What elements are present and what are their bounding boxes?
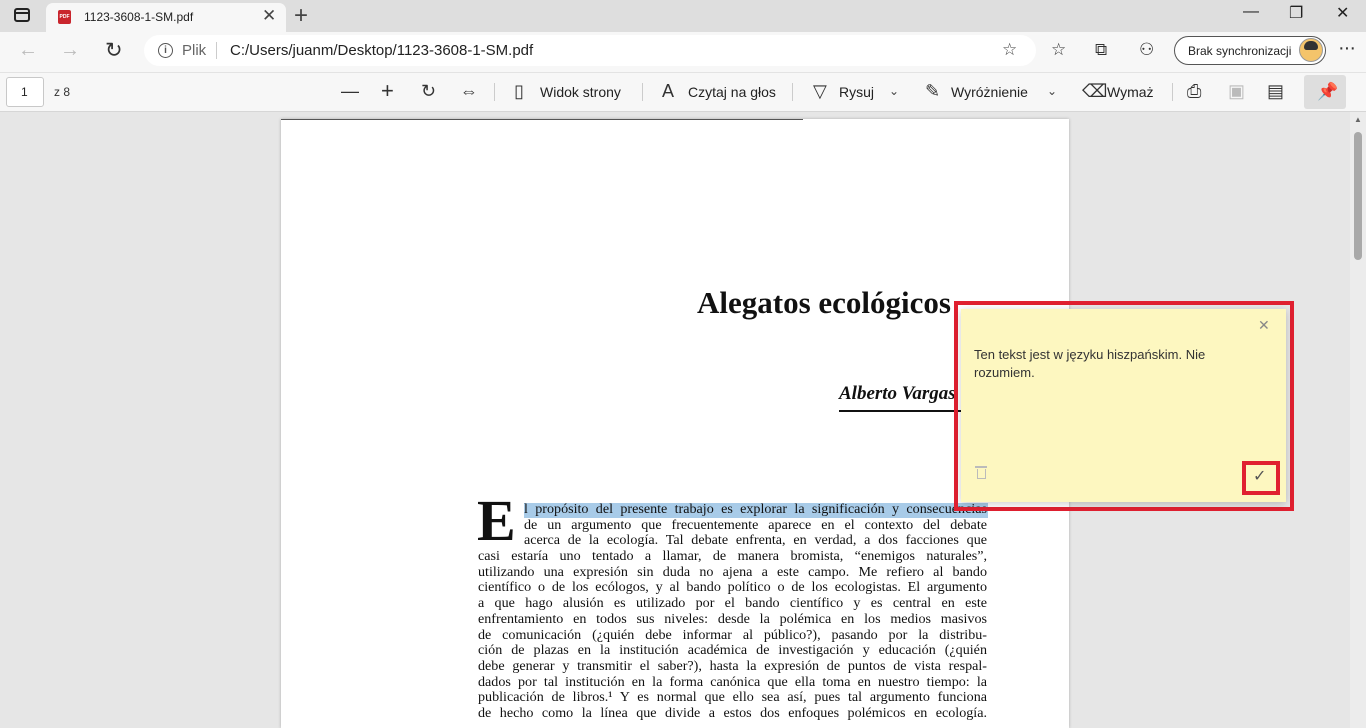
header-rule xyxy=(281,119,803,120)
pdf-toolbar: 1 z 8 — + ↻ ⇔ ▯ Widok strony A Czytaj na… xyxy=(0,72,1366,112)
highlight-icon[interactable]: ✎ xyxy=(925,81,940,102)
pin-toolbar-button[interactable]: 📌 xyxy=(1304,75,1346,109)
highlight-button[interactable]: Wyróżnienie xyxy=(951,84,1028,100)
rotate-icon[interactable]: ↻ xyxy=(421,81,436,102)
close-window-icon[interactable]: ✕ xyxy=(1336,3,1349,23)
draw-icon[interactable]: ▽ xyxy=(813,81,827,102)
draw-button[interactable]: Rysuj xyxy=(839,84,874,100)
address-divider xyxy=(216,42,217,59)
tab-close-icon[interactable]: ✕ xyxy=(262,6,276,26)
favorites-icon[interactable]: ☆ xyxy=(1051,40,1066,60)
sync-button[interactable]: Brak synchronizacji xyxy=(1174,36,1326,65)
paragraph-line: de hecho como la línea que divide a esto… xyxy=(478,705,987,721)
pdf-page: Alegatos ecológicos Alberto Vargas E l p… xyxy=(281,119,1069,728)
tab-actions-icon[interactable] xyxy=(14,8,30,22)
paragraph-line: publicación de libros.¹ Y es normal que … xyxy=(478,690,987,706)
body-paragraph: l propósito del presente trabajo es expl… xyxy=(478,502,987,722)
toolbar-divider xyxy=(792,83,793,101)
page-number-input[interactable]: 1 xyxy=(6,77,44,107)
author-underline xyxy=(839,410,969,412)
scroll-thumb[interactable] xyxy=(1354,132,1362,260)
read-aloud-icon[interactable]: A xyxy=(662,81,674,102)
erase-button[interactable]: Wymaż xyxy=(1107,84,1154,100)
paragraph-line: casi estaría uno tentado a llamar, de ma… xyxy=(478,549,987,565)
paragraph-line: de un argumento que frecuentemente apare… xyxy=(524,517,987,533)
vertical-scrollbar[interactable]: ▲ xyxy=(1350,112,1366,728)
address-bar[interactable]: i Plik C:/Users/juanm/Desktop/1123-3608-… xyxy=(144,35,1036,66)
document-title: Alegatos ecológicos xyxy=(697,285,951,320)
page-count: z 8 xyxy=(54,85,71,99)
profile-avatar xyxy=(1299,38,1323,62)
sticky-note[interactable]: ✕ Ten tekst jest w języku hiszpańskim. N… xyxy=(961,309,1286,502)
print-icon[interactable]: ⎙ xyxy=(1187,81,1201,102)
document-author: Alberto Vargas xyxy=(839,383,956,404)
url-text[interactable]: C:/Users/juanm/Desktop/1123-3608-1-SM.pd… xyxy=(230,42,533,59)
scroll-up-icon[interactable]: ▲ xyxy=(1354,115,1362,124)
highlight-dropdown-icon[interactable]: ⌄ xyxy=(1047,84,1057,98)
address-scheme-label: Plik xyxy=(182,42,207,59)
sync-label: Brak synchronizacji xyxy=(1188,44,1292,58)
eraser-icon[interactable]: ⌫ xyxy=(1082,81,1107,102)
address-toolbar: ← → ↻ i Plik C:/Users/juanm/Desktop/1123… xyxy=(0,32,1366,72)
page-view-icon[interactable]: ▯ xyxy=(514,81,524,102)
paragraph-line: ción de plazas en la institución académi… xyxy=(478,643,987,659)
trash-icon[interactable] xyxy=(975,466,987,479)
paragraph-line: de comunicación (¿quién debe informar al… xyxy=(478,627,987,643)
add-favorite-icon[interactable]: ☆ xyxy=(1002,40,1017,60)
draw-dropdown-icon[interactable]: ⌄ xyxy=(889,84,899,98)
info-icon[interactable]: i xyxy=(158,43,173,58)
pdf-file-icon: PDF xyxy=(58,10,71,24)
minimize-icon[interactable]: — xyxy=(1243,3,1259,21)
paragraph-line: científico o de los ecólogos, y al bando… xyxy=(478,580,987,596)
pin-icon: 📌 xyxy=(1317,82,1339,101)
note-text[interactable]: Ten tekst jest w języku hiszpańskim. Nie… xyxy=(974,346,1244,382)
save-icon: ▣ xyxy=(1228,81,1246,101)
collections-icon[interactable]: ⧉ xyxy=(1095,40,1107,60)
paragraph-line: utilizando una expresión sin duda no aje… xyxy=(478,564,987,580)
paragraph-line: a que hago alusión es utilizado por el b… xyxy=(478,596,987,612)
new-tab-icon[interactable]: + xyxy=(294,2,308,30)
save-as-icon[interactable]: ▤ xyxy=(1267,81,1284,102)
toolbar-divider xyxy=(642,83,643,101)
tab-strip: PDF 1123-3608-1-SM.pdf ✕ + — ❐ ✕ xyxy=(0,0,1366,32)
back-icon[interactable]: ← xyxy=(18,39,38,62)
page-view-button[interactable]: Widok strony xyxy=(540,84,621,100)
fit-to-width-icon[interactable]: ⇔ xyxy=(460,81,478,102)
zoom-in-icon[interactable]: + xyxy=(381,78,394,104)
active-tab[interactable]: PDF 1123-3608-1-SM.pdf ✕ xyxy=(46,3,286,32)
paragraph-line: debe generar y transmitir el saber?), ha… xyxy=(478,658,987,674)
paragraph-line: l propósito del presente trabajo es expl… xyxy=(524,502,987,517)
read-aloud-button[interactable]: Czytaj na głos xyxy=(688,84,776,100)
zoom-out-icon[interactable]: — xyxy=(341,81,359,102)
paragraph-line: dados por tal institución en la forma ca… xyxy=(478,674,987,690)
more-menu-icon[interactable]: ··· xyxy=(1338,37,1356,60)
reload-icon[interactable]: ↻ xyxy=(105,38,123,63)
paragraph-line: acerca de la ecología. Tal debate enfren… xyxy=(524,533,987,549)
toolbar-divider xyxy=(494,83,495,101)
toolbar-divider xyxy=(1172,83,1173,101)
tab-title: 1123-3608-1-SM.pdf xyxy=(84,10,194,24)
note-close-icon[interactable]: ✕ xyxy=(1258,317,1270,334)
confirm-check-icon[interactable]: ✓ xyxy=(1253,466,1266,486)
restore-icon[interactable]: ❐ xyxy=(1289,3,1303,23)
extensions-icon[interactable]: ⚇ xyxy=(1139,40,1154,60)
paragraph-line: enfrentamiento en todos sus niveles: des… xyxy=(478,611,987,627)
forward-icon[interactable]: → xyxy=(60,39,80,62)
